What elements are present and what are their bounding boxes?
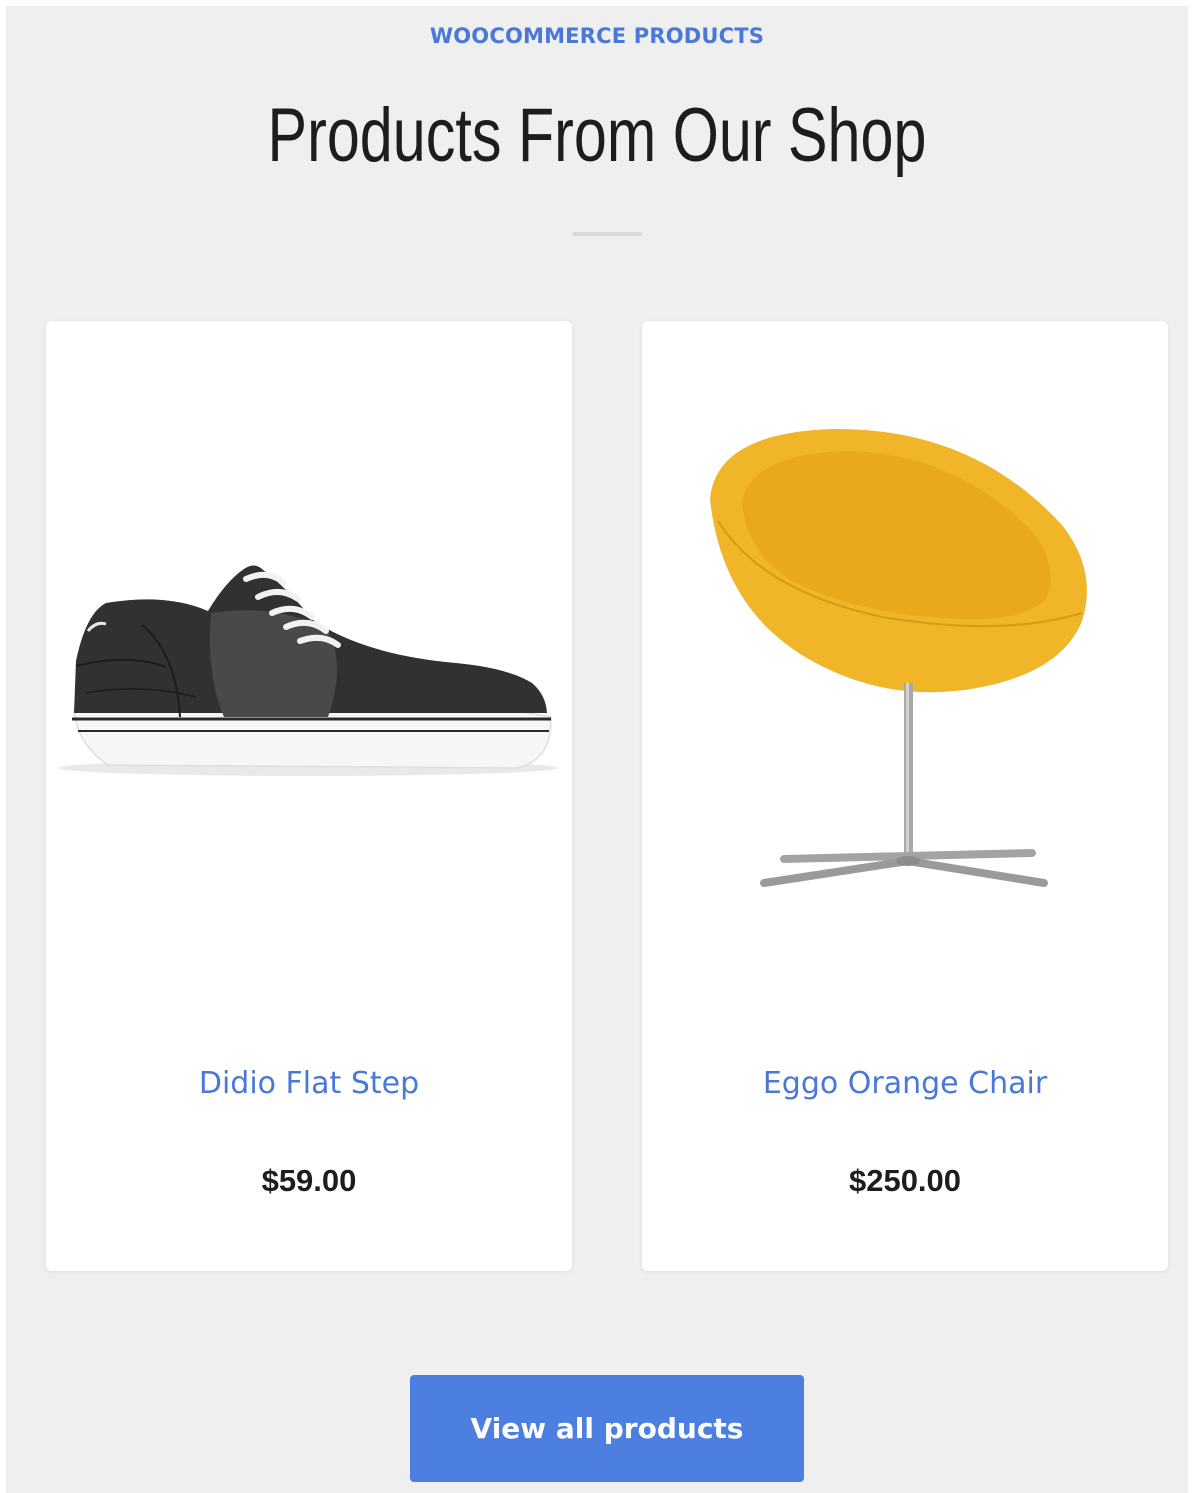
view-all-products-button[interactable]: View all products (410, 1375, 804, 1482)
product-card-didio-flat-step[interactable]: Didio Flat Step $59.00 (46, 321, 572, 1271)
section-title: Products From Our Shop (267, 93, 927, 178)
product-name-link[interactable]: Didio Flat Step (46, 1066, 572, 1101)
section-eyebrow: WOOCOMMERCE PRODUCTS (429, 24, 765, 48)
product-price: $59.00 (261, 1163, 357, 1198)
sneaker-image[interactable] (46, 321, 572, 1021)
product-card-eggo-orange-chair[interactable]: Eggo Orange Chair $250.00 (642, 321, 1168, 1271)
products-section: WOOCOMMERCE PRODUCTS Products From Our S… (6, 6, 1188, 1493)
title-divider (572, 232, 642, 236)
orange-chair-image[interactable] (642, 321, 1168, 1021)
product-name-link[interactable]: Eggo Orange Chair (642, 1066, 1168, 1101)
product-price: $250.00 (848, 1163, 962, 1198)
